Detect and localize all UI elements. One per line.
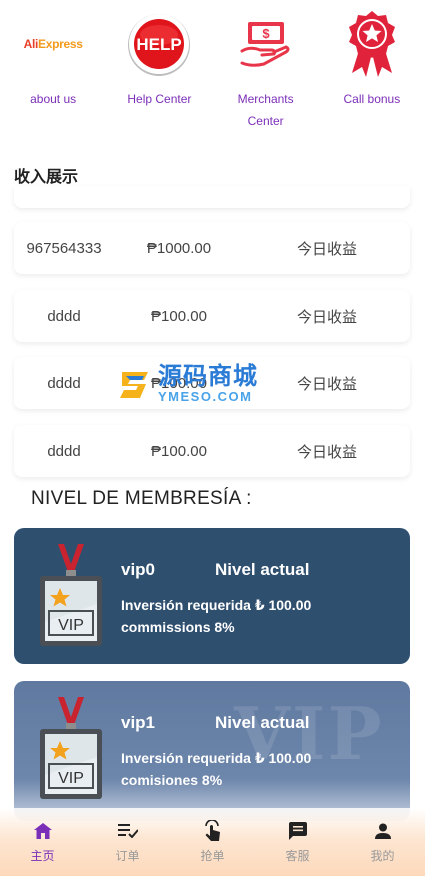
about-us-link[interactable]: AliExpress about us (0, 0, 106, 150)
award-ribbon-icon (319, 0, 425, 88)
nav-profile-label: 我的 (370, 849, 395, 863)
income-label: 今日收益 (296, 443, 357, 461)
income-user: dddd (47, 307, 81, 325)
watermark-cn-text: 源码商城 (158, 363, 258, 390)
vip-badge-icon: VIP (36, 544, 106, 648)
nav-home[interactable]: 主页 (0, 808, 85, 876)
income-user: dddd (47, 442, 81, 460)
nav-orders-label: 订单 (115, 849, 140, 863)
nav-grab-order[interactable]: 抢单 (170, 808, 255, 876)
nav-customer-service-label: 客服 (285, 849, 310, 863)
call-bonus-link[interactable]: Call bonus (319, 0, 425, 150)
aliexpress-logo: AliExpress (23, 37, 83, 51)
income-user: dddd (47, 374, 81, 392)
vip-badge-icon: VIP (36, 697, 106, 801)
vip-level-name: vip0 (121, 560, 156, 579)
income-list: 967564333 ₱1000.00 今日收益 dddd ₱100.00 今日收… (14, 186, 410, 477)
vip-commission: commissions 8% (121, 619, 235, 635)
income-row: dddd ₱100.00 今日收益 (14, 290, 410, 342)
merchants-center-label: Merchants Center (237, 92, 294, 128)
income-user: 967564333 (26, 239, 102, 257)
svg-text:HELP: HELP (137, 35, 182, 54)
vip-level-name: vip1 (121, 713, 156, 732)
income-row: 967564333 ₱1000.00 今日收益 (14, 222, 410, 274)
vip-level-status: Nivel actual (215, 713, 310, 732)
vip-required-investment: Inversión requerida ₺ 100.00 (121, 597, 312, 613)
home-icon (32, 820, 54, 842)
nav-profile[interactable]: 我的 (340, 808, 425, 876)
order-list-icon (117, 820, 139, 842)
help-center-link[interactable]: HELP Help Center (106, 0, 212, 150)
vip-card[interactable]: VIP vip0 Nivel actual Inversión requerid… (14, 528, 410, 664)
watermark: 源码商城 YMESO.COM (118, 362, 273, 406)
vip-card[interactable]: VIP VIP vip1 Nivel actual Inversión requ… (14, 681, 410, 821)
tap-hand-icon (202, 820, 224, 842)
user-icon (372, 820, 394, 842)
nav-grab-order-label: 抢单 (200, 849, 225, 863)
income-amount: ₱100.00 (151, 307, 207, 325)
income-label: 今日收益 (296, 308, 357, 326)
quick-links: AliExpress about us HELP Help Center $ M… (0, 0, 425, 150)
income-amount: ₱1000.00 (146, 239, 212, 257)
income-label: 今日收益 (296, 240, 357, 258)
svg-text:VIP: VIP (58, 770, 84, 787)
about-us-label: about us (30, 92, 77, 106)
svg-text:$: $ (262, 26, 270, 41)
watermark-logo-icon (120, 372, 148, 398)
nav-customer-service[interactable]: 客服 (255, 808, 340, 876)
vip-required-investment: Inversión requerida ₺ 100.00 (121, 750, 312, 766)
watermark-en-text: YMESO.COM (158, 389, 253, 404)
money-hand-icon: $ (213, 0, 319, 88)
membership-title: NIVEL DE MEMBRESÍA : (31, 488, 252, 509)
help-button-icon: HELP (106, 0, 212, 88)
chat-icon (287, 820, 309, 842)
income-list-top-edge (14, 186, 410, 208)
income-row: dddd ₱100.00 今日收益 (14, 425, 410, 477)
income-section-title: 收入展示 (14, 169, 79, 186)
call-bonus-label: Call bonus (343, 92, 401, 106)
help-center-label: Help Center (127, 92, 192, 106)
income-amount: ₱100.00 (151, 442, 207, 460)
bottom-nav: 主页 订单 抢单 客服 我的 (0, 808, 425, 876)
svg-text:VIP: VIP (58, 617, 84, 634)
nav-home-label: 主页 (30, 849, 55, 863)
vip-commission: comisiones 8% (121, 772, 223, 788)
nav-orders[interactable]: 订单 (85, 808, 170, 876)
merchants-center-link[interactable]: $ Merchants Center (213, 0, 319, 150)
vip-level-status: Nivel actual (215, 560, 310, 579)
